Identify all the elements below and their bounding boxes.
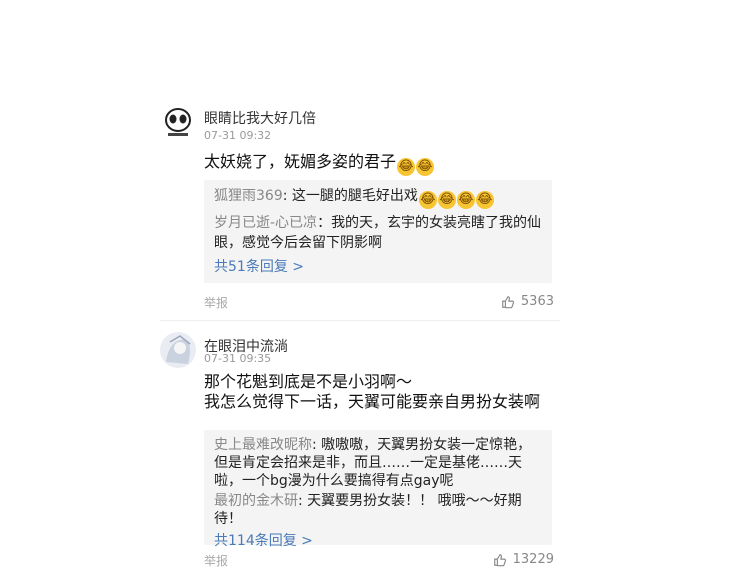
reply-item: 狐狸雨369: 这一腿的腿毛好出戏 😂 😂 😂 😂: [214, 188, 494, 209]
laughing-tears-icon: 😂: [418, 191, 437, 209]
laughing-tears-icon: 😂: [437, 191, 456, 209]
reply-item: 最初的金木研: 天翼要男扮女装！！ 哦哦～～好期待！: [214, 493, 522, 527]
reply-username[interactable]: 最初的金木研: [214, 493, 298, 509]
reply-username[interactable]: 岁月已逝-心已凉: [214, 215, 317, 231]
thumb-up-icon: [493, 553, 506, 566]
timestamp: 07-31 09:32: [204, 129, 272, 142]
comment-text: 太妖娆了，妩媚多姿的君子 😂 😂: [204, 152, 435, 176]
avatar[interactable]: [160, 332, 196, 368]
reply-username[interactable]: 狐狸雨369: [214, 188, 283, 204]
reply-item: 岁月已逝-心已凉：我的天，玄宇的女装亮瞎了我的仙眼，感觉今后会留下阴影啊: [214, 215, 542, 251]
like-button[interactable]: 5363: [501, 294, 554, 309]
reply-username[interactable]: 史上最难改昵称: [214, 437, 312, 453]
report-link[interactable]: 举报: [204, 552, 228, 569]
like-count: 5363: [520, 294, 554, 309]
like-count: 13229: [512, 552, 554, 567]
more-replies-link[interactable]: 共51条回复 >: [214, 257, 542, 277]
comment-card-2: 在眼泪中流淌 07-31 09:35 那个花魁到底是不是小羽啊～ 我怎么觉得下一…: [160, 332, 560, 572]
thumb-up-icon: [502, 295, 514, 308]
more-replies-link[interactable]: 共114条回复 >: [214, 532, 542, 550]
report-link[interactable]: 举报: [204, 294, 228, 311]
comment-card-1: 眼睛比我大好几倍 07-31 09:32 太妖娆了，妩媚多姿的君子 😂 😂 狐狸雨3…: [160, 104, 560, 314]
like-button[interactable]: 13229: [493, 552, 554, 567]
reply-box: 狐狸雨369: 这一腿的腿毛好出戏 😂 😂 😂 😂 岁月已逝-心已凉：我的天，玄宇的女装…: [204, 180, 552, 283]
username[interactable]: 眼睛比我大好几倍: [204, 108, 316, 128]
reply-text: 这一腿的腿毛好出戏: [291, 188, 418, 204]
divider: [160, 320, 560, 321]
laughing-tears-icon: 😂: [456, 191, 475, 209]
avatar[interactable]: [160, 104, 196, 140]
reply-box: 史上最难改昵称: 嗷嗷嗷，天翼男扮女装一定惊艳，但是肯定会招来是非，而且……一定…: [204, 430, 552, 549]
laughing-tears-icon: 😂: [416, 158, 435, 176]
comment-text: 那个花魁到底是不是小羽啊～ 我怎么觉得下一话，天翼可能要亲自男扮女装啊: [204, 372, 541, 411]
laughing-tears-icon: 😂: [475, 191, 494, 209]
reply-item: 史上最难改昵称: 嗷嗷嗷，天翼男扮女装一定惊艳，但是肯定会招来是非，而且……一定…: [214, 437, 532, 489]
laughing-tears-icon: 😂: [397, 158, 416, 176]
timestamp: 07-31 09:35: [204, 352, 272, 365]
